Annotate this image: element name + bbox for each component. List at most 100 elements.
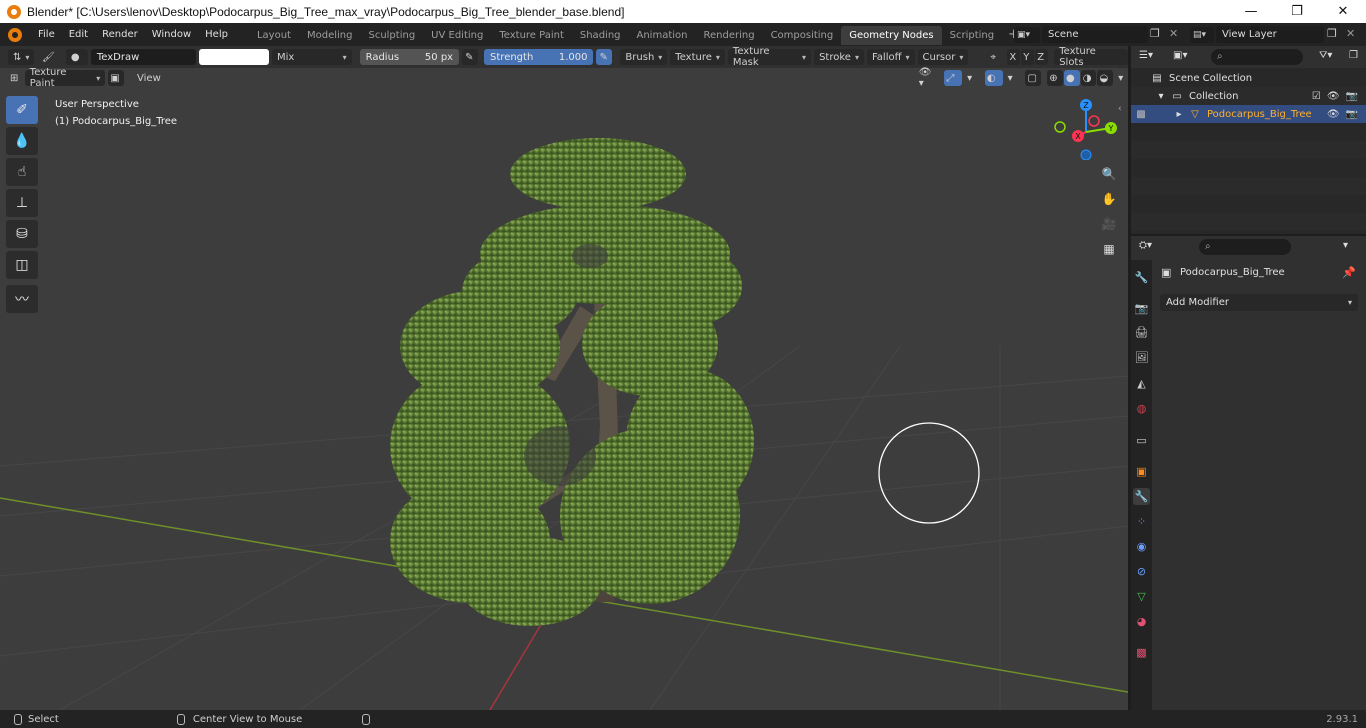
annotate-tool-icon[interactable]: 〰 xyxy=(6,285,38,313)
tab-modeling[interactable]: Modeling xyxy=(299,26,361,45)
shading-rendered-icon[interactable]: ◒ xyxy=(1097,70,1114,86)
menu-window[interactable]: Window xyxy=(145,23,198,46)
menu-file[interactable]: File xyxy=(31,23,62,46)
pin-icon[interactable]: 📌 xyxy=(1342,266,1356,279)
mask-tool-icon[interactable]: ◫ xyxy=(6,251,38,279)
brush-menu[interactable]: Brush ▾ xyxy=(620,49,668,65)
collection-tab-icon[interactable]: ▭ xyxy=(1133,432,1150,449)
overlays-dropdown-icon[interactable]: ▾ xyxy=(1006,70,1018,86)
zoom-icon[interactable]: 🔍 xyxy=(1099,164,1119,184)
shading-dropdown-icon[interactable]: ▾ xyxy=(1116,70,1128,86)
outliner-row-object[interactable]: ▩ ▸ ▽ Podocarpus_Big_Tree 👁 📷 xyxy=(1131,105,1366,123)
view-layer-tab-icon[interactable]: 🖼 xyxy=(1133,349,1150,366)
texture-menu[interactable]: Texture ▾ xyxy=(670,49,725,65)
sidebar-toggle-icon[interactable]: ‹ xyxy=(1118,104,1122,114)
symmetry-icon[interactable]: ⌖ xyxy=(988,49,1004,65)
soften-tool-icon[interactable]: 💧 xyxy=(6,127,38,155)
blender-menu-icon[interactable] xyxy=(8,27,22,42)
minimize-button[interactable]: — xyxy=(1228,0,1274,23)
texture-tab-icon[interactable]: ▩ xyxy=(1133,644,1150,661)
3d-viewport[interactable]: ⇅ ▾ 🖌 ● TexDraw Mix ▾ Radius 50 px ✎ Streng… xyxy=(0,46,1128,710)
pan-hand-icon[interactable]: ✋ xyxy=(1099,189,1119,209)
outliner-row-scene-collection[interactable]: ▤ Scene Collection xyxy=(1131,69,1366,87)
properties-options-icon[interactable]: ▾ xyxy=(1343,240,1348,251)
tab-texture-paint[interactable]: Texture Paint xyxy=(491,26,572,45)
shading-wireframe-icon[interactable]: ⊕ xyxy=(1047,70,1063,86)
outliner-search-input[interactable]: ⌕ xyxy=(1211,49,1303,65)
brush-color-swatch[interactable] xyxy=(199,49,269,65)
blend-mode-select[interactable]: Mix ▾ xyxy=(271,49,352,65)
menu-render[interactable]: Render xyxy=(95,23,145,46)
scene-tab-icon[interactable]: ◭ xyxy=(1133,375,1150,392)
output-tab-icon[interactable]: 🖨 xyxy=(1133,324,1150,341)
view-layer-field[interactable]: View Layer xyxy=(1216,26,1324,43)
texture-paint-icon[interactable]: ▣ xyxy=(108,70,125,86)
texture-mask-menu[interactable]: Texture Mask ▾ xyxy=(727,46,812,68)
tab-shading[interactable]: Shading xyxy=(572,26,629,45)
xray-toggle-icon[interactable]: ▢ xyxy=(1025,70,1042,86)
collection-render-icon[interactable]: 📷 xyxy=(1346,91,1358,102)
draw-tool-icon[interactable]: ✐ xyxy=(6,96,38,124)
object-tab-icon[interactable]: ▣ xyxy=(1133,463,1150,480)
menu-edit[interactable]: Edit xyxy=(62,23,95,46)
mirror-z-toggle[interactable]: Z xyxy=(1035,49,1049,65)
mirror-x-toggle[interactable]: X xyxy=(1007,49,1021,65)
gizmo-toggle-icon[interactable]: ⤢ xyxy=(944,70,963,86)
object-expand-icon[interactable]: ▸ xyxy=(1173,108,1185,120)
clone-tool-icon[interactable]: ⊥ xyxy=(6,189,38,217)
remove-view-layer-icon[interactable]: ✕ xyxy=(1346,27,1355,40)
cursor-menu[interactable]: Cursor ▾ xyxy=(917,49,969,65)
object-visibility-icon[interactable]: 👁 xyxy=(1327,109,1340,120)
overlays-toggle-icon[interactable]: ◐ xyxy=(984,70,1003,86)
camera-view-icon[interactable]: 🎥 xyxy=(1099,214,1119,234)
brush-preview-icon[interactable]: ● xyxy=(65,49,88,65)
editor-type-icon[interactable]: ⊞ xyxy=(8,70,22,86)
brush-icon[interactable]: 🖌 xyxy=(37,49,63,65)
add-modifier-button[interactable]: Add Modifier ▾ xyxy=(1160,294,1358,311)
properties-editor-type-icon[interactable]: ⛭▾ xyxy=(1139,240,1152,251)
tab-animation[interactable]: Animation xyxy=(629,26,696,45)
falloff-menu[interactable]: Falloff ▾ xyxy=(866,49,915,65)
view-layer-selector-icon[interactable]: ▤▾ xyxy=(1190,27,1214,43)
material-tab-icon[interactable]: ◕ xyxy=(1133,613,1150,630)
outliner-new-collection-icon[interactable]: ❐ xyxy=(1349,50,1358,61)
tab-compositing[interactable]: Compositing xyxy=(763,26,842,45)
brush-name-field[interactable]: TexDraw xyxy=(90,49,197,65)
new-view-layer-icon[interactable]: ❐ xyxy=(1327,27,1337,40)
view-menu[interactable]: View xyxy=(132,70,166,86)
shading-solid-icon[interactable]: ● xyxy=(1063,70,1080,86)
remove-scene-icon[interactable]: ✕ xyxy=(1169,27,1178,40)
gizmo-dropdown-icon[interactable]: ▾ xyxy=(965,70,977,86)
tab-geometry-nodes[interactable]: Geometry Nodes xyxy=(841,26,942,45)
collection-checkbox-icon[interactable]: ☑ xyxy=(1312,91,1321,102)
interaction-mode-select[interactable]: Texture Paint ▾ xyxy=(24,67,106,89)
radius-field[interactable]: Radius 50 px xyxy=(359,49,460,65)
tab-uv-editing[interactable]: UV Editing xyxy=(423,26,491,45)
maximize-button[interactable]: ❐ xyxy=(1274,0,1320,23)
tool-tab-icon[interactable]: 🔧 xyxy=(1133,269,1150,286)
smear-tool-icon[interactable]: ☝ xyxy=(6,158,38,186)
menu-help[interactable]: Help xyxy=(198,23,235,46)
outliner-filter-icon[interactable]: ⛛▾ xyxy=(1319,50,1332,61)
new-scene-icon[interactable]: ❐ xyxy=(1150,27,1160,40)
tab-scripting[interactable]: Scripting xyxy=(942,26,1002,45)
tab-layout[interactable]: Layout xyxy=(249,26,299,45)
strength-pressure-icon[interactable]: ✎ xyxy=(596,49,613,65)
tab-sculpting[interactable]: Sculpting xyxy=(360,26,423,45)
radius-pressure-icon[interactable]: ✎ xyxy=(462,49,479,65)
tab-rendering[interactable]: Rendering xyxy=(695,26,762,45)
visibility-icon[interactable]: 👁▾ xyxy=(914,67,942,89)
physics-tab-icon[interactable]: ◉ xyxy=(1133,538,1150,555)
particles-tab-icon[interactable]: ⁘ xyxy=(1133,513,1150,530)
close-button[interactable]: ✕ xyxy=(1320,0,1366,23)
scene-field[interactable]: Scene xyxy=(1042,26,1148,43)
render-tab-icon[interactable]: 📷 xyxy=(1133,300,1150,317)
collection-expand-icon[interactable]: ▾ xyxy=(1155,90,1167,102)
navigation-gizmo[interactable]: Z Y X xyxy=(1050,96,1122,160)
constraints-tab-icon[interactable]: ⊘ xyxy=(1133,563,1150,580)
stroke-menu[interactable]: Stroke ▾ xyxy=(814,49,864,65)
fill-tool-icon[interactable]: ⛁ xyxy=(6,220,38,248)
object-render-icon[interactable]: 📷 xyxy=(1346,109,1358,120)
modifier-tab-icon[interactable]: 🔧 xyxy=(1133,488,1150,505)
tool-mode-icon[interactable]: ⇅ ▾ xyxy=(8,49,34,65)
